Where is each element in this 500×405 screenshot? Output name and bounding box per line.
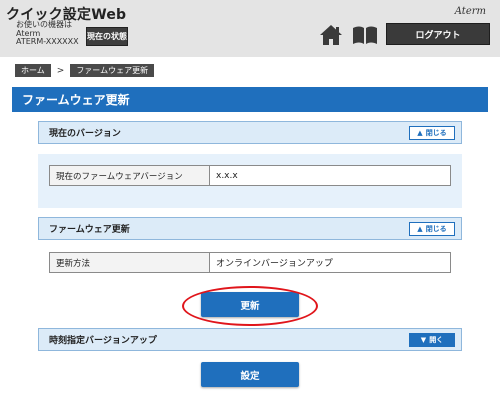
- toggle-label: 閉じる: [425, 129, 447, 137]
- table-row: 更新方法 オンラインバージョンアップ: [49, 252, 451, 273]
- book-icon[interactable]: [352, 25, 378, 45]
- update-button[interactable]: 更新: [201, 292, 299, 317]
- header: クイック設定Web お使いの機器は Aterm ATERM-XXXXXX 現在の…: [0, 0, 500, 57]
- device-caption: お使いの機器は: [16, 20, 72, 29]
- update-method-value: オンラインバージョンアップ: [216, 259, 333, 269]
- settings-button[interactable]: 設定: [201, 362, 299, 387]
- section-header-firmware-update: ファームウェア更新 ▲ 閉じる: [38, 217, 462, 240]
- breadcrumb: ホーム > ファームウェア更新: [15, 64, 155, 77]
- page-title: ファームウェア更新: [12, 87, 488, 112]
- table-row: 現在のファームウェアバージョン x.x.x: [49, 165, 451, 186]
- chevron-up-icon: ▲: [417, 129, 423, 137]
- chevron-up-icon: ▲: [417, 225, 423, 233]
- collapse-button[interactable]: ▲ 閉じる: [409, 126, 455, 140]
- breadcrumb-separator: >: [56, 65, 65, 76]
- section-body-current-version: 現在のファームウェアバージョン x.x.x: [38, 154, 462, 208]
- section-title: 現在のバージョン: [49, 129, 121, 139]
- device-model: ATERM-XXXXXX: [16, 37, 79, 46]
- toggle-label: 開く: [429, 336, 444, 344]
- firmware-version-value: x.x.x: [216, 170, 238, 181]
- expand-button[interactable]: ▼ 開く: [409, 333, 455, 347]
- toggle-label: 閉じる: [425, 225, 447, 233]
- status-button[interactable]: 現在の状態: [86, 27, 128, 46]
- brand-logo: Aterm: [454, 6, 486, 17]
- breadcrumb-home[interactable]: ホーム: [15, 64, 51, 77]
- section-header-current-version: 現在のバージョン ▲ 閉じる: [38, 121, 462, 144]
- breadcrumb-current: ファームウェア更新: [70, 64, 155, 77]
- section-title: ファームウェア更新: [49, 225, 130, 235]
- home-icon[interactable]: [319, 24, 343, 46]
- logout-button[interactable]: ログアウト: [386, 23, 490, 45]
- row-label: 更新方法: [50, 253, 210, 272]
- section-header-scheduled-update: 時刻指定バージョンアップ ▼ 開く: [38, 328, 462, 351]
- row-label: 現在のファームウェアバージョン: [50, 166, 210, 185]
- collapse-button[interactable]: ▲ 閉じる: [409, 222, 455, 236]
- chevron-down-icon: ▼: [420, 336, 427, 344]
- section-title: 時刻指定バージョンアップ: [49, 336, 157, 346]
